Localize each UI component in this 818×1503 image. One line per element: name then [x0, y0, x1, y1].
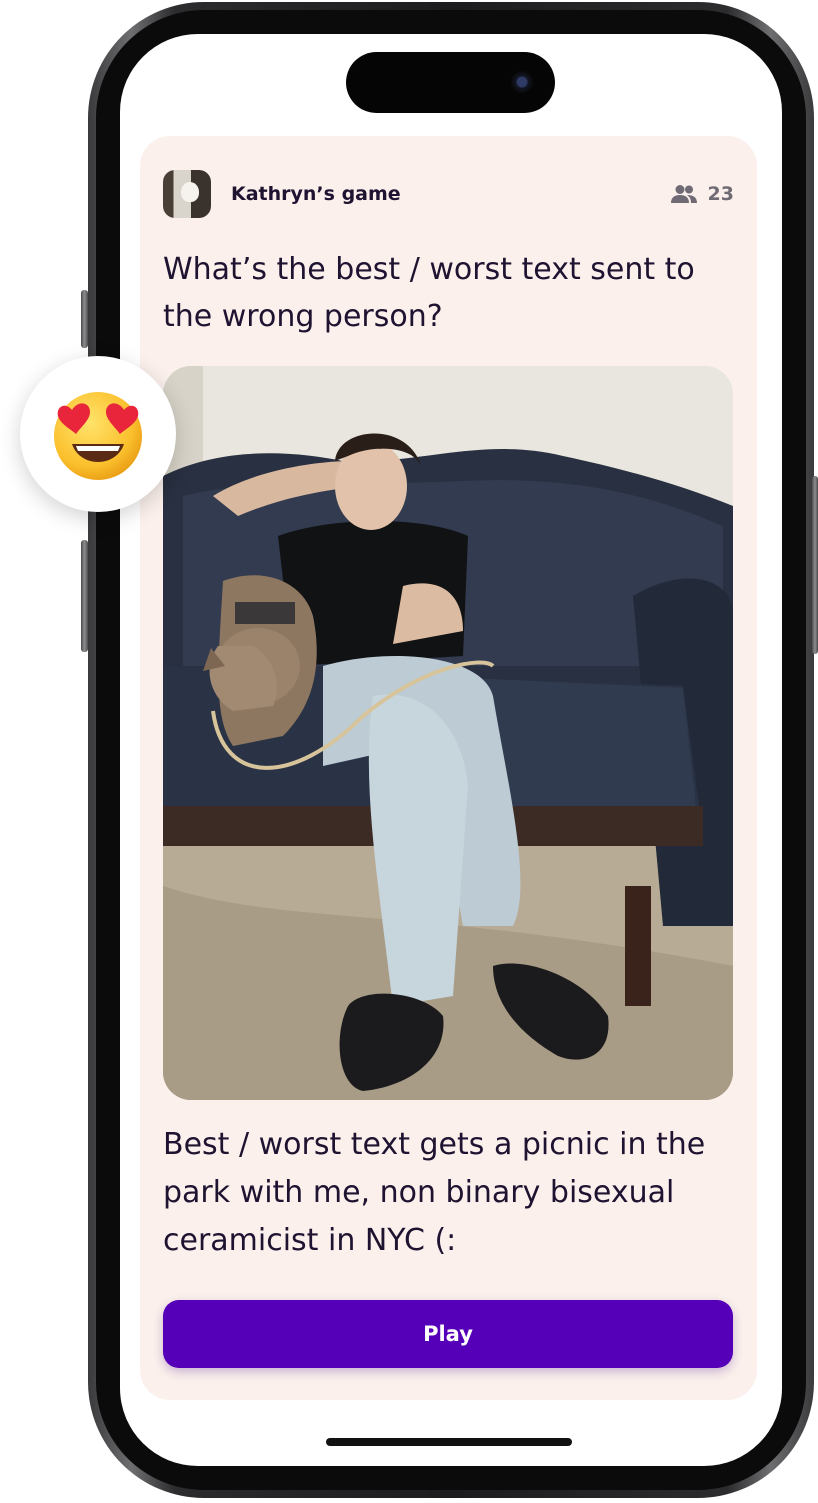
photo-person-with-dog-on-couch — [163, 366, 733, 1100]
power-button — [812, 476, 818, 654]
home-indicator[interactable] — [326, 1438, 572, 1446]
action-button — [81, 290, 88, 348]
prompt-question: What’s the best / worst text sent to the… — [163, 252, 695, 334]
player-count-value: 23 — [707, 183, 734, 205]
answer-text: Best / worst text gets a picnic in the p… — [163, 1127, 706, 1258]
card-header: Kathryn’s game 23 — [163, 170, 734, 218]
dynamic-island — [346, 52, 555, 113]
phone-screen: Kathryn’s game 23 What’s the best / wors… — [120, 34, 782, 1466]
heart-eyes-emoji-icon — [54, 392, 142, 480]
avatar-bird-icon — [181, 182, 199, 202]
reaction-badge[interactable] — [20, 356, 176, 512]
player-count: 23 — [670, 183, 734, 205]
people-icon — [670, 185, 697, 203]
answer-photo[interactable] — [163, 366, 733, 1100]
volume-down-button — [81, 540, 88, 652]
front-camera-icon — [511, 71, 533, 93]
game-card: Kathryn’s game 23 What’s the best / wors… — [140, 136, 757, 1400]
host-game-name: Kathryn’s game — [231, 183, 401, 205]
play-button[interactable]: Play — [163, 1300, 733, 1368]
host-avatar[interactable] — [163, 170, 211, 218]
